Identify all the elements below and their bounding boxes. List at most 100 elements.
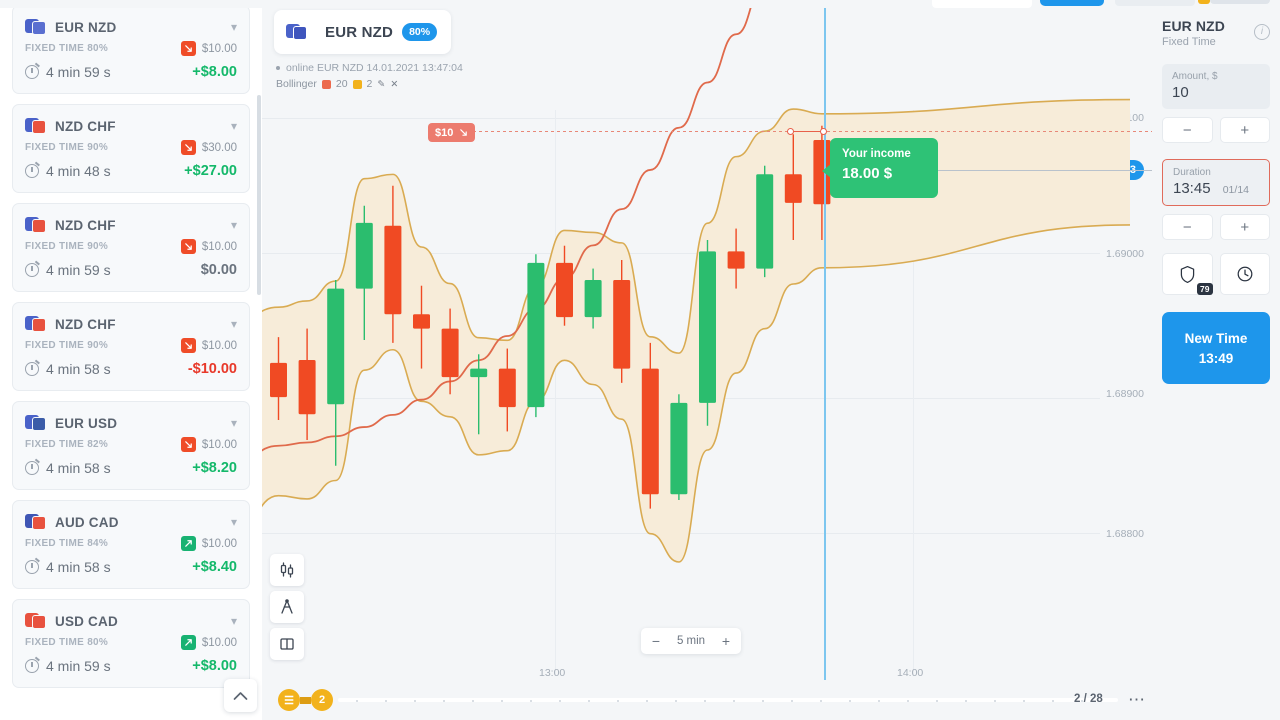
deal-card[interactable]: NZD CHF ▾ FIXED TIME 90% $30.00 4 min 48 s +$… — [12, 104, 250, 193]
indicator-name: Bollinger — [276, 78, 317, 90]
timeline-tick — [385, 699, 387, 702]
indicator-param-1: 20 — [335, 78, 348, 90]
timer-icon — [25, 461, 39, 475]
candlestick-type-icon — [280, 562, 294, 578]
trade-panel-mode: Fixed Time — [1162, 36, 1216, 48]
duration-field[interactable]: Duration 13:45 01/14 — [1162, 159, 1270, 206]
chart-layout-button[interactable] — [270, 628, 304, 660]
timeline-tick — [646, 699, 648, 702]
sidebar-collapse-button[interactable] — [224, 679, 257, 712]
deals-stack-icon: ☰ — [278, 689, 300, 711]
arrow-down-right-icon — [460, 129, 468, 136]
timeframe-decrease-button[interactable]: − — [641, 633, 671, 649]
indicator-color-swatch-1 — [321, 79, 331, 89]
candlestick — [670, 394, 688, 500]
timeline-tick — [675, 699, 677, 702]
chevron-down-icon[interactable]: ▾ — [231, 417, 237, 429]
timeline-tick — [443, 699, 445, 702]
timer-icon — [25, 263, 39, 277]
expiry-time-line[interactable] — [824, 0, 826, 683]
timeline-tick — [878, 699, 880, 702]
deal-card[interactable]: AUD CAD ▾ FIXED TIME 84% $10.00 4 min 58 s +$… — [12, 500, 250, 589]
info-icon[interactable]: i — [1254, 24, 1270, 40]
deal-remaining-time: 4 min 58 s — [46, 361, 111, 377]
deal-card[interactable]: USD CAD ▾ FIXED TIME 80% $10.00 4 min 59 s +$… — [12, 599, 250, 688]
deal-direction-down-icon — [180, 338, 196, 353]
deal-card[interactable]: NZD CHF ▾ FIXED TIME 90% $10.00 4 min 59 s $0… — [12, 203, 250, 292]
timeline-tick — [588, 699, 590, 702]
asset-name: EUR NZD — [325, 23, 394, 41]
deal-type: FIXED TIME 90% — [25, 142, 109, 153]
timer-icon — [25, 362, 39, 376]
deal-amount: $30.00 — [201, 141, 237, 154]
deal-card[interactable]: EUR USD ▾ FIXED TIME 82% $10.00 4 min 58 s +$… — [12, 401, 250, 490]
flag-pair-icon — [25, 217, 47, 233]
timeline-tick — [704, 699, 706, 702]
candlestick — [756, 165, 774, 278]
trading-platform-screen: EUR NZD ▾ FIXED TIME 80% $10.00 4 min 59 s +$… — [0, 0, 1280, 720]
deal-direction-down-icon — [180, 140, 196, 155]
flag-pair-icon — [25, 316, 47, 332]
timer-icon — [25, 164, 39, 178]
chevron-down-icon[interactable]: ▾ — [231, 516, 237, 528]
deal-pnl: +$8.40 — [192, 559, 237, 575]
deal-open-marker — [787, 128, 794, 135]
shield-icon — [1180, 265, 1194, 283]
deal-pair: EUR USD — [55, 415, 118, 431]
deal-direction-down-icon — [180, 41, 196, 56]
drawing-compass-icon — [281, 599, 293, 614]
close-icon[interactable]: ✕ — [390, 79, 398, 90]
deal-type: FIXED TIME 90% — [25, 340, 109, 351]
timeline-tick — [472, 699, 474, 702]
new-time-button[interactable]: New Time 13:49 — [1162, 312, 1270, 384]
deal-pair: NZD CHF — [55, 118, 116, 134]
deal-direction-up-icon — [180, 635, 196, 650]
timeframe-control[interactable]: − 5 min + — [641, 628, 741, 654]
deals-timeline-widget[interactable]: ☰ 2 — [278, 689, 333, 711]
timer-icon — [25, 659, 39, 673]
duration-decrease-button[interactable]: − — [1162, 214, 1213, 240]
chevron-down-icon[interactable]: ▾ — [231, 21, 237, 33]
deal-card[interactable]: EUR NZD ▾ FIXED TIME 80% $10.00 4 min 59 s +$… — [12, 5, 250, 94]
timeline-tick — [501, 699, 503, 702]
entry-amount-badge[interactable]: $10 — [428, 123, 476, 142]
new-time-label: New Time — [1184, 330, 1248, 346]
deal-remaining-time: 4 min 59 s — [46, 64, 111, 80]
timeline-tick — [936, 699, 938, 702]
header-blue-button[interactable] — [1040, 0, 1104, 6]
amount-increase-button[interactable]: + — [1219, 117, 1270, 143]
amount-field[interactable]: Amount, $ 10 — [1162, 64, 1270, 109]
deals-timeline-track[interactable] — [338, 698, 1118, 702]
sidebar-scrollbar[interactable] — [257, 95, 261, 295]
chevron-down-icon[interactable]: ▾ — [231, 219, 237, 231]
chevron-down-icon[interactable]: ▾ — [231, 615, 237, 627]
payout-badge: 80% — [402, 23, 438, 41]
flag-pair-icon — [286, 24, 308, 40]
chevron-down-icon[interactable]: ▾ — [231, 120, 237, 132]
ellipsis-icon[interactable]: ⋯ — [1128, 691, 1146, 708]
open-deals-sidebar[interactable]: EUR NZD ▾ FIXED TIME 80% $10.00 4 min 59 s +$… — [0, 0, 262, 720]
deal-pnl: +$8.00 — [192, 658, 237, 674]
candlestick-plot — [262, 0, 1131, 563]
deal-amount: $10.00 — [201, 42, 237, 55]
amount-decrease-button[interactable]: − — [1162, 117, 1213, 143]
deal-amount: $10.00 — [201, 339, 237, 352]
deal-remaining-time: 4 min 58 s — [46, 460, 111, 476]
timeline-tick — [356, 699, 358, 702]
flag-pair-icon — [25, 118, 47, 134]
chart-area[interactable]: EUR NZD 80% online EUR NZD 14.01.2021 13… — [262, 0, 1152, 720]
history-button[interactable] — [1219, 253, 1270, 295]
drawing-tools-button[interactable] — [270, 591, 304, 623]
duration-increase-button[interactable]: + — [1219, 214, 1270, 240]
timeframe-increase-button[interactable]: + — [711, 633, 741, 649]
chevron-down-icon[interactable]: ▾ — [231, 318, 237, 330]
protection-button[interactable]: 79 — [1162, 253, 1213, 295]
trade-panel: EUR NZD Fixed Time i Amount, $ 10 − + Du… — [1152, 0, 1280, 720]
deal-remaining-time: 4 min 48 s — [46, 163, 111, 179]
deal-amount: $10.00 — [201, 537, 237, 550]
deal-type: FIXED TIME 82% — [25, 439, 109, 450]
pencil-icon[interactable]: ✎ — [377, 79, 385, 90]
deal-card[interactable]: NZD CHF ▾ FIXED TIME 90% $10.00 4 min 58 s -$… — [12, 302, 250, 391]
asset-selector-chip[interactable]: EUR NZD 80% — [274, 10, 452, 54]
chart-type-button[interactable] — [270, 554, 304, 586]
